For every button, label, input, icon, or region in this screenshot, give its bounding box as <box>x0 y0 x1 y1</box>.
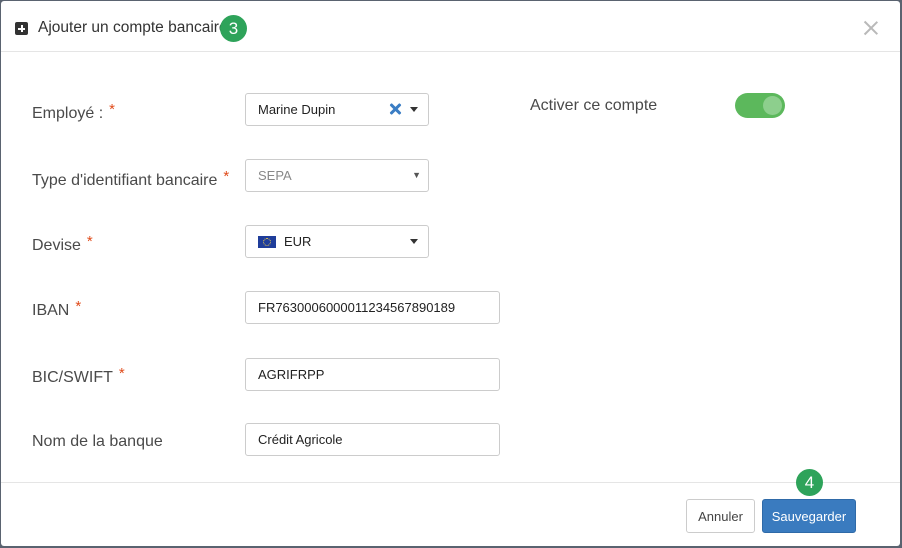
add-bank-account-modal: Ajouter un compte bancaire 3 Employé : * … <box>1 1 900 546</box>
required-marker: * <box>223 168 230 185</box>
required-marker: * <box>109 101 115 118</box>
modal-footer: 4 Annuler Sauvegarder <box>1 469 900 546</box>
clear-icon[interactable] <box>388 102 402 116</box>
activate-account-label: Activer ce compte <box>530 97 658 114</box>
caret-down-icon[interactable]: ▼ <box>412 160 421 191</box>
iban-input[interactable]: FR7630006000011234567890189 <box>245 291 500 324</box>
modal-header: Ajouter un compte bancaire 3 <box>1 1 900 52</box>
step-badge: 3 <box>220 15 247 42</box>
id-type-value: SEPA <box>258 168 292 183</box>
chevron-down-icon[interactable] <box>410 107 418 112</box>
required-marker: * <box>118 365 125 382</box>
employee-value: Marine Dupin <box>258 102 336 117</box>
toggle-knob <box>763 96 782 115</box>
id-type-select[interactable]: SEPA ▼ <box>245 159 429 192</box>
bic-input[interactable]: AGRIFRPP <box>245 358 500 391</box>
cancel-button[interactable]: Annuler <box>686 499 755 533</box>
close-icon[interactable] <box>863 20 879 36</box>
currency-value: EUR <box>284 234 312 249</box>
bank-name-label: Nom de la banque <box>32 433 163 450</box>
employee-label: Employé : * <box>32 101 115 122</box>
currency-label: Devise * <box>32 233 93 254</box>
activate-account-toggle[interactable] <box>735 93 785 118</box>
required-marker: * <box>75 298 82 315</box>
iban-label: IBAN * <box>32 298 82 319</box>
eu-flag-icon <box>258 235 276 248</box>
bic-label: BIC/SWIFT * <box>32 365 125 386</box>
plus-square-icon <box>15 22 28 35</box>
id-type-label: Type d'identifiant bancaire * <box>32 168 230 189</box>
modal-title: Ajouter un compte bancaire <box>38 19 228 36</box>
bank-name-input[interactable]: Crédit Agricole <box>245 423 500 456</box>
chevron-down-icon[interactable] <box>410 239 418 244</box>
currency-select[interactable]: EUR <box>245 225 429 258</box>
step-badge: 4 <box>796 469 823 496</box>
required-marker: * <box>86 233 93 250</box>
employee-select[interactable]: Marine Dupin <box>245 93 429 126</box>
save-button[interactable]: Sauvegarder <box>762 499 856 533</box>
